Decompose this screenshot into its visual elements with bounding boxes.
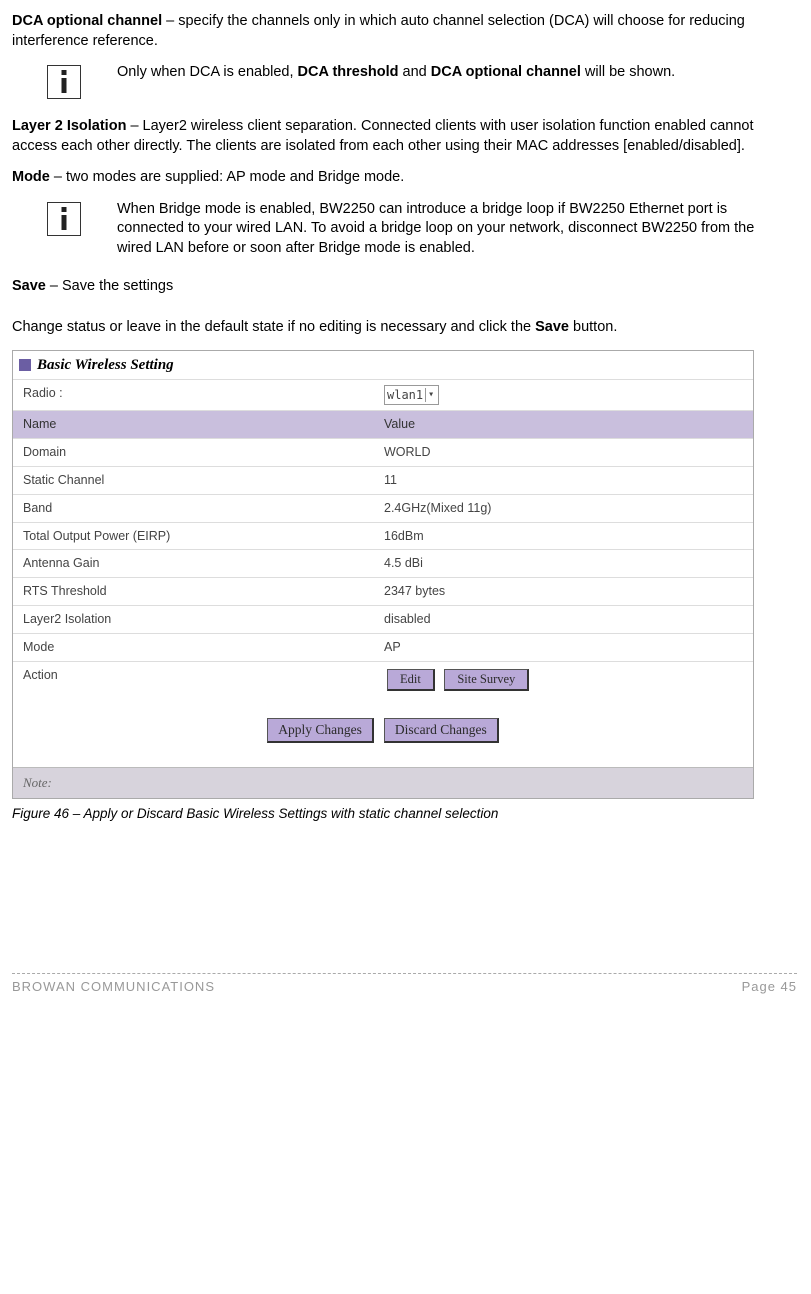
cell-value: WORLD [378, 439, 753, 466]
cell-name: Band [13, 495, 378, 522]
table-row: Static Channel11 [13, 466, 753, 494]
info1-mid: and [399, 64, 431, 80]
cell-value: 2.4GHz(Mixed 11g) [378, 495, 753, 522]
label-radio: Radio : [13, 380, 378, 410]
footer-left: BROWAN COMMUNICATIONS [12, 978, 215, 996]
cell-value: 16dBm [378, 523, 753, 550]
info1-b2: DCA optional channel [431, 64, 581, 80]
apply-changes-button[interactable]: Apply Changes [267, 718, 374, 743]
para-save: Save – Save the settings [12, 277, 797, 297]
info1-post: will be shown. [581, 64, 675, 80]
panel-icon [19, 359, 31, 371]
cell-name: Antenna Gain [13, 550, 378, 577]
page-footer: BROWAN COMMUNICATIONS Page 45 [12, 973, 797, 996]
change-pre: Change status or leave in the default st… [12, 319, 535, 335]
label-dca-optional: DCA optional channel [12, 13, 162, 29]
info-dca-text: Only when DCA is enabled, DCA threshold … [117, 63, 797, 83]
cell-value: 2347 bytes [378, 578, 753, 605]
hdr-value: Value [378, 411, 753, 438]
chevron-down-icon: ▾ [425, 388, 436, 402]
table-row: ModeAP [13, 633, 753, 661]
para-change: Change status or leave in the default st… [12, 318, 797, 338]
cell-value: AP [378, 634, 753, 661]
row-action: Action Edit Site Survey [13, 661, 753, 698]
para-dca-optional: DCA optional channel – specify the chann… [12, 12, 797, 51]
info-bridge-text: When Bridge mode is enabled, BW2250 can … [117, 200, 797, 259]
settings-panel: Basic Wireless Setting Radio : wlan1▾ Na… [12, 350, 754, 799]
text-mode: – two modes are supplied: AP mode and Br… [50, 169, 404, 185]
figure-caption: Figure 46 – Apply or Discard Basic Wirel… [12, 805, 797, 823]
label-save: Save [12, 278, 46, 294]
footer-right: Page 45 [742, 978, 797, 996]
radio-select[interactable]: wlan1▾ [384, 385, 439, 405]
panel-title: Basic Wireless Setting [37, 355, 174, 375]
cell-name: RTS Threshold [13, 578, 378, 605]
site-survey-button[interactable]: Site Survey [444, 669, 529, 691]
row-radio: Radio : wlan1▾ [13, 379, 753, 410]
change-b: Save [535, 319, 569, 335]
edit-button[interactable]: Edit [387, 669, 435, 691]
label-mode: Mode [12, 169, 50, 185]
table-row: Band2.4GHz(Mixed 11g) [13, 494, 753, 522]
para-mode: Mode – two modes are supplied: AP mode a… [12, 168, 797, 188]
cell-name: Domain [13, 439, 378, 466]
discard-changes-button[interactable]: Discard Changes [384, 718, 499, 743]
cell-name: Total Output Power (EIRP) [13, 523, 378, 550]
table-row: Total Output Power (EIRP)16dBm [13, 522, 753, 550]
button-row: Apply Changes Discard Changes [13, 698, 753, 767]
table-row: RTS Threshold2347 bytes [13, 577, 753, 605]
info1-b1: DCA threshold [298, 64, 399, 80]
cell-value: 4.5 dBi [378, 550, 753, 577]
note-bar: Note: [13, 767, 753, 798]
info-icon [47, 202, 81, 236]
info-bridge: When Bridge mode is enabled, BW2250 can … [12, 200, 797, 259]
change-post: button. [569, 319, 617, 335]
cell-value: 11 [378, 467, 753, 494]
label-action: Action [13, 662, 378, 698]
table-row: DomainWORLD [13, 438, 753, 466]
table-row: Layer2 Isolationdisabled [13, 605, 753, 633]
cell-value: disabled [378, 606, 753, 633]
info-dca: Only when DCA is enabled, DCA threshold … [12, 63, 797, 99]
cell-name: Layer2 Isolation [13, 606, 378, 633]
info-icon [47, 65, 81, 99]
row-header: Name Value [13, 410, 753, 438]
text-save: – Save the settings [46, 278, 173, 294]
cell-name: Static Channel [13, 467, 378, 494]
info1-pre: Only when DCA is enabled, [117, 64, 298, 80]
table-row: Antenna Gain4.5 dBi [13, 549, 753, 577]
cell-name: Mode [13, 634, 378, 661]
label-layer2: Layer 2 Isolation [12, 118, 126, 134]
hdr-name: Name [13, 411, 378, 438]
radio-value: wlan1 [387, 387, 423, 403]
panel-titlebar: Basic Wireless Setting [13, 351, 753, 379]
para-layer2: Layer 2 Isolation – Layer2 wireless clie… [12, 117, 797, 156]
